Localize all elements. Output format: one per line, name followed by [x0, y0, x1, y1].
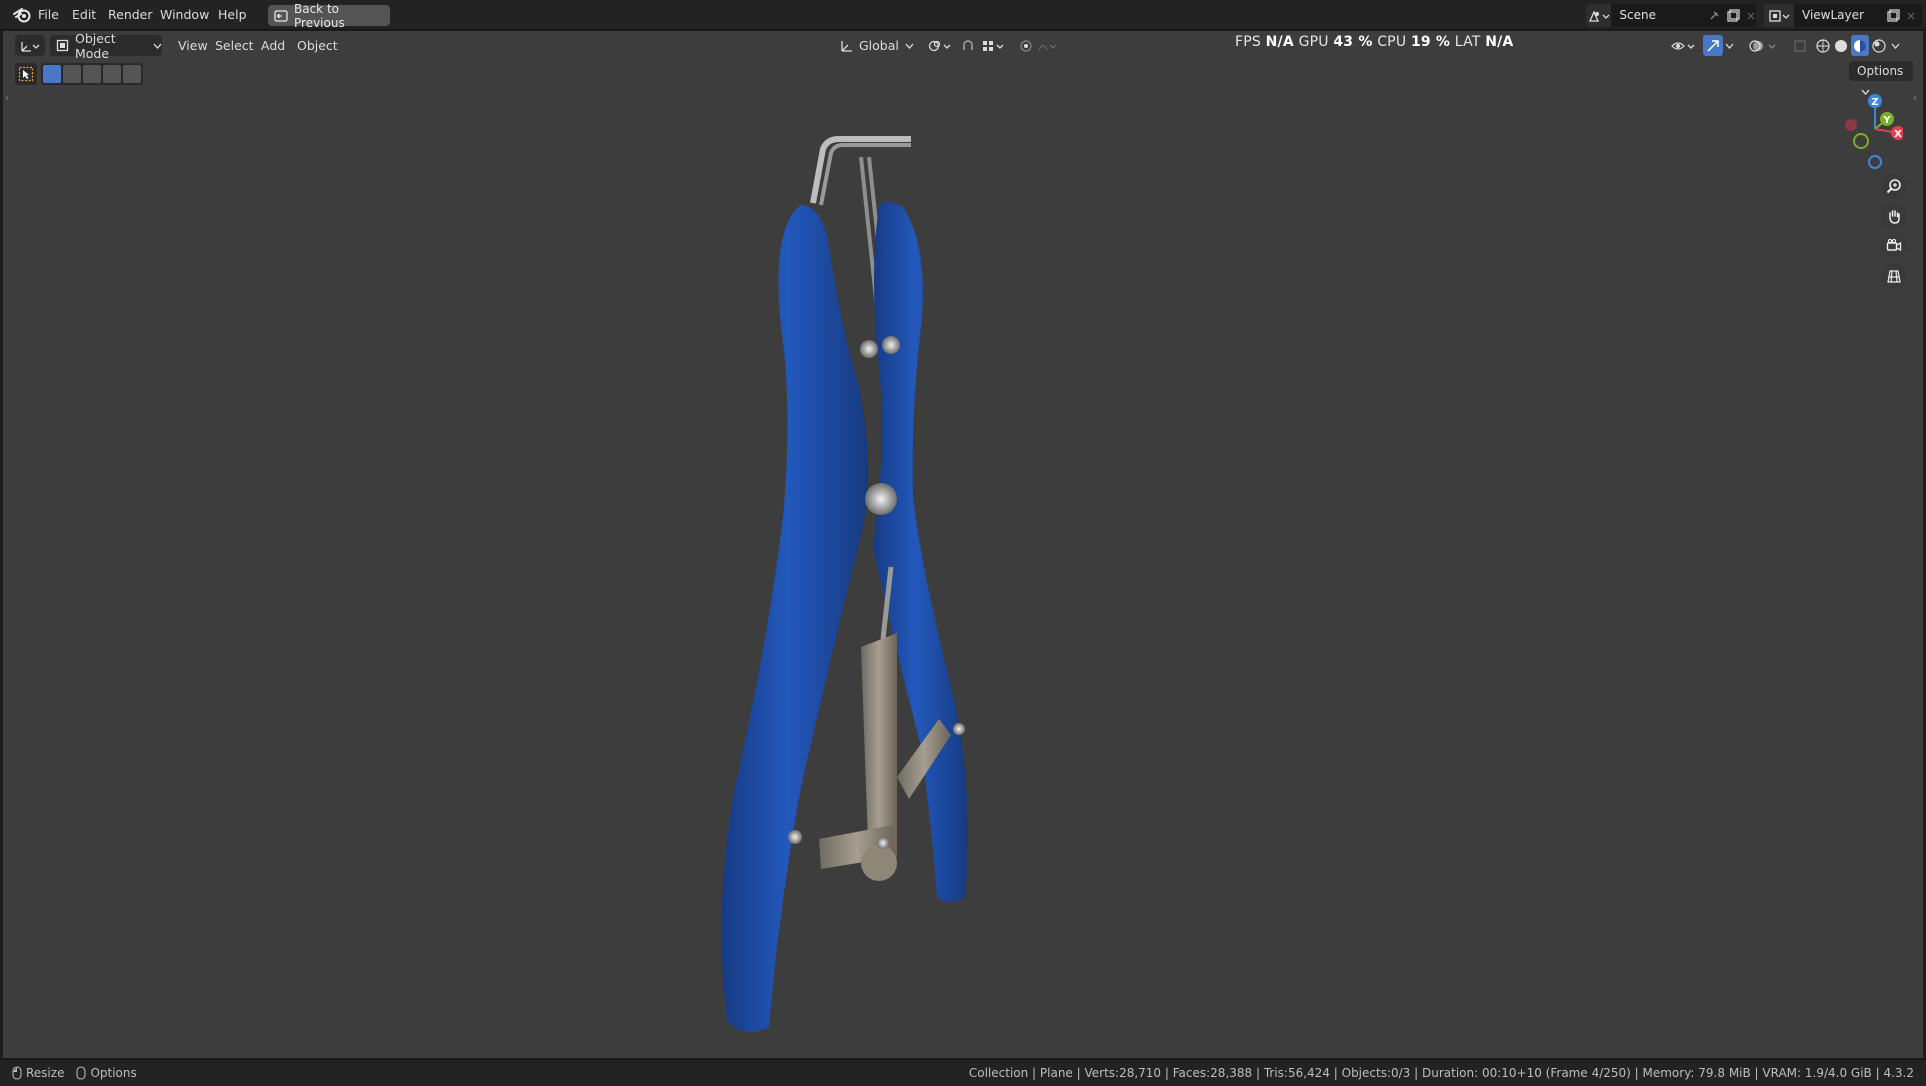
rivet [788, 830, 802, 844]
visibility-eye-icon[interactable] [1671, 35, 1697, 56]
toolbar-expand-arrow-icon[interactable]: › [5, 93, 9, 104]
selection-mode-intersect-icon[interactable] [123, 65, 141, 83]
rivet [953, 723, 965, 735]
pin-icon[interactable] [1708, 10, 1720, 22]
rivet [882, 336, 900, 354]
xray-toggle-icon[interactable] [1793, 35, 1807, 56]
menu-help[interactable]: Help [218, 7, 247, 22]
selection-mode-new-icon[interactable] [43, 65, 61, 83]
status-bar: Resize Options Collection | Plane | Vert… [0, 1059, 1926, 1086]
fps-label: FPS [1235, 34, 1261, 50]
chevron-down-icon [905, 43, 914, 49]
fps-value: N/A [1265, 34, 1294, 50]
selection-mode-subtract-icon[interactable] [83, 65, 101, 83]
resize-hint: Resize [26, 1066, 65, 1080]
menu-edit[interactable]: Edit [72, 7, 96, 22]
menu-add[interactable]: Add [261, 35, 285, 56]
zoom-icon[interactable] [1881, 173, 1907, 199]
gizmo-neg-x[interactable] [1845, 119, 1857, 131]
left-handle [721, 205, 869, 1032]
gpu-label: GPU [1298, 34, 1329, 50]
menu-view[interactable]: View [178, 35, 208, 56]
close-icon[interactable] [1906, 11, 1916, 21]
selection-mode-extend-icon[interactable] [63, 65, 81, 83]
select-tool-icon[interactable] [15, 63, 37, 85]
mouse-right-icon [76, 1066, 87, 1080]
scene-browse-icon[interactable] [1586, 4, 1612, 27]
top-menu-bar: File Edit Render Window Help Back to Pre… [0, 0, 1926, 30]
new-view-layer-icon[interactable] [1886, 8, 1900, 23]
object-mode-dropdown[interactable]: Object Mode [50, 31, 162, 61]
view-layer-selector: ViewLayer [1764, 4, 1922, 27]
solid-icon[interactable] [1833, 35, 1849, 56]
gizmo-y-label: Y [1882, 115, 1891, 126]
options-hint: Options [90, 1066, 137, 1080]
pan-hand-icon[interactable] [1881, 203, 1907, 229]
scene-selector: Scene [1586, 4, 1756, 27]
proportional-editing-icon[interactable] [1019, 35, 1059, 56]
performance-stats: FPS N/A GPU 43 % CPU 19 % LAT N/A [1235, 34, 1513, 50]
gizmo-x-label: X [1894, 129, 1902, 140]
menu-file[interactable]: File [38, 7, 59, 22]
scene-name-field[interactable]: Scene [1611, 4, 1704, 27]
viewport-header: Object Mode View Select Add Object Globa… [3, 31, 1923, 61]
view-layer-name-field[interactable]: ViewLayer [1794, 4, 1882, 27]
blender-logo-icon[interactable] [12, 5, 34, 25]
pliers-model[interactable] [683, 87, 1043, 1047]
cpu-label: CPU [1377, 34, 1407, 50]
options-label: Options [1857, 64, 1904, 78]
editor-type-button[interactable] [15, 35, 45, 56]
lat-label: LAT [1454, 34, 1481, 50]
wireframe-icon[interactable] [1815, 35, 1831, 56]
pivot-point-icon[interactable] [927, 35, 953, 56]
3d-viewport[interactable]: Object Mode View Select Add Object Globa… [3, 31, 1923, 1058]
camera-icon[interactable] [1881, 233, 1907, 259]
gizmo-toggle-icon[interactable] [1703, 35, 1723, 56]
gizmo-z-label: Z [1871, 97, 1878, 108]
selection-mode-invert-icon[interactable] [103, 65, 121, 83]
ortho-grid-icon[interactable] [1881, 263, 1907, 289]
chevron-down-icon[interactable] [1891, 35, 1900, 56]
snap-toggle-icon[interactable] [961, 35, 975, 56]
tool-settings-row [15, 63, 143, 85]
menu-render[interactable]: Render [108, 7, 153, 22]
scene-statistics: Collection | Plane | Verts:28,710 | Face… [968, 1066, 1914, 1080]
gizmo-neg-z[interactable] [1868, 155, 1882, 169]
screen-back-icon [274, 9, 288, 22]
menu-object[interactable]: Object [297, 35, 338, 56]
back-to-previous-label: Back to Previous [294, 1, 345, 30]
back-to-previous-button[interactable]: Back to Previous [268, 2, 390, 30]
overlays-icon[interactable] [1749, 35, 1779, 56]
chevron-down-icon[interactable] [1725, 35, 1734, 56]
transform-orientation-dropdown[interactable]: Global [839, 35, 919, 56]
sidebar-expand-arrow-icon[interactable]: ‹ [1913, 93, 1917, 104]
rendered-icon[interactable] [1871, 35, 1887, 56]
gizmo-neg-y[interactable] [1853, 133, 1869, 149]
gpu-value: 43 % [1333, 34, 1373, 50]
pivot-rivet [865, 483, 897, 515]
transform-orientation-label: Global [859, 38, 899, 53]
rivet [877, 837, 889, 849]
menu-select[interactable]: Select [215, 35, 254, 56]
object-mode-icon [56, 39, 69, 52]
orientation-axes-icon [839, 39, 853, 53]
object-mode-label: Object Mode [75, 31, 116, 61]
menu-window[interactable]: Window [160, 7, 209, 22]
close-icon[interactable] [1746, 11, 1756, 21]
view-layer-browse-icon[interactable] [1764, 4, 1794, 27]
cpu-value: 19 % [1410, 34, 1451, 50]
snap-increment-icon[interactable] [981, 35, 1007, 56]
lat-value: N/A [1485, 34, 1514, 50]
chevron-down-icon [153, 43, 162, 49]
new-scene-icon[interactable] [1726, 8, 1740, 23]
selection-mode-group [41, 63, 143, 85]
rivet [860, 340, 878, 358]
mouse-left-icon [12, 1066, 22, 1080]
axes-editor-icon [19, 39, 41, 53]
material-preview-icon[interactable] [1851, 35, 1869, 56]
options-dropdown[interactable]: Options [1849, 61, 1913, 95]
